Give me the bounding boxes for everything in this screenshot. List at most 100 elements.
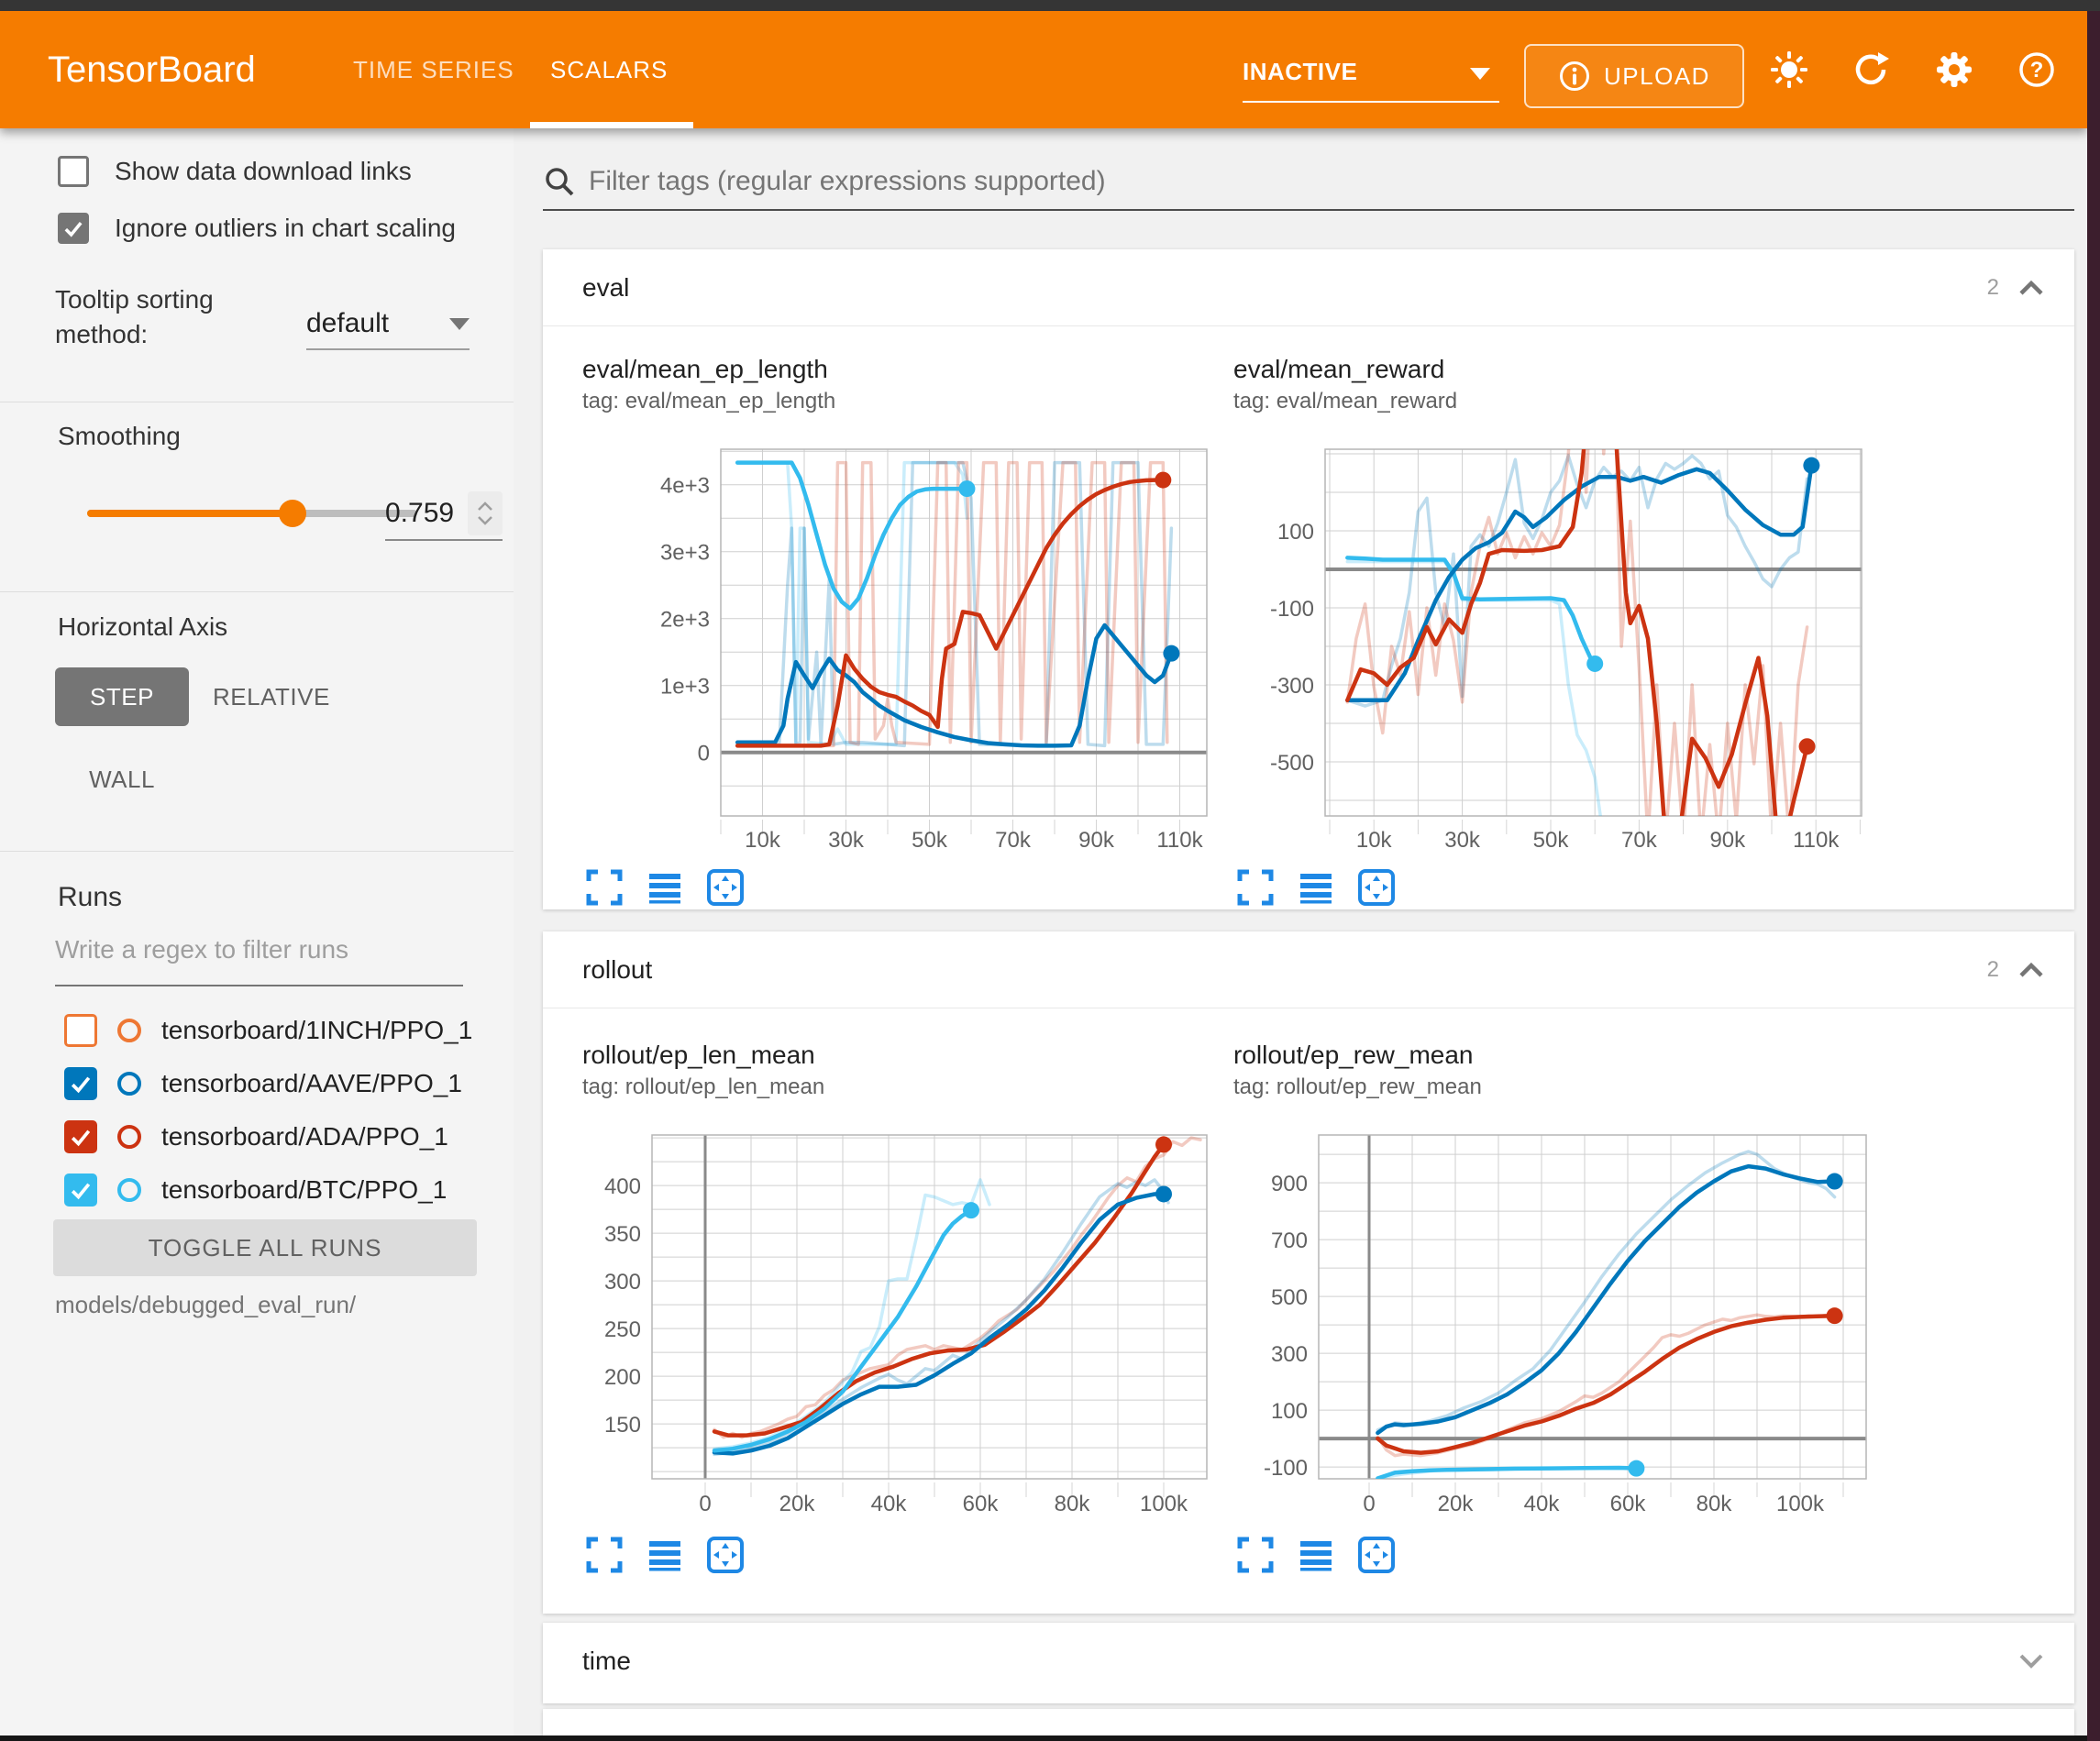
- smoothing-value-input[interactable]: 0.759: [385, 488, 503, 541]
- svg-text:4e+3: 4e+3: [660, 474, 710, 499]
- svg-text:350: 350: [604, 1222, 641, 1247]
- collapse-chevron-icon[interactable]: [2017, 961, 2045, 979]
- run-checkbox[interactable]: [64, 1120, 97, 1153]
- section-header-eval[interactable]: eval 2: [543, 249, 2074, 326]
- smoothing-slider-track[interactable]: [87, 510, 417, 517]
- svg-text:-100: -100: [1270, 597, 1314, 622]
- data-table-icon[interactable]: [645, 867, 685, 908]
- tag-filter-input[interactable]: [589, 166, 2074, 197]
- chart-rollout-ep-rew-mean[interactable]: -100100300500700900020k40k60k80k100k: [1233, 1120, 1875, 1526]
- svg-text:80k: 80k: [1055, 1492, 1091, 1516]
- data-table-icon[interactable]: [1296, 867, 1336, 908]
- smoothing-slider-thumb[interactable]: [279, 500, 306, 527]
- svg-text:-100: -100: [1264, 1456, 1308, 1481]
- svg-text:-500: -500: [1270, 751, 1314, 776]
- run-selector-dropdown[interactable]: INACTIVE: [1243, 48, 1499, 103]
- section-name: eval: [582, 273, 1987, 303]
- chart-eval-mean-ep-length[interactable]: 01e+32e+33e+34e+310k30k50k70k90k110k: [582, 435, 1224, 858]
- section-count: 2: [1987, 275, 1999, 301]
- chart-block: rollout/ep_len_mean tag: rollout/ep_len_…: [582, 1038, 1224, 1575]
- svg-text:60k: 60k: [963, 1492, 1000, 1516]
- fit-to-data-icon[interactable]: [1356, 867, 1397, 908]
- svg-text:-300: -300: [1270, 674, 1314, 699]
- app-title: TensorBoard: [48, 11, 256, 128]
- show-download-links-checkbox[interactable]: [58, 156, 89, 187]
- run-row-1inch[interactable]: tensorboard/1INCH/PPO_1: [64, 1008, 472, 1052]
- fit-to-data-icon[interactable]: [705, 1535, 746, 1575]
- run-label: tensorboard/BTC/PPO_1: [161, 1175, 447, 1205]
- svg-text:110k: 110k: [1156, 828, 1203, 853]
- svg-text:80k: 80k: [1697, 1492, 1733, 1516]
- collapse-chevron-icon[interactable]: [2017, 1652, 2045, 1670]
- search-icon: [543, 165, 576, 198]
- expand-chart-icon[interactable]: [584, 1535, 624, 1575]
- smoothing-stepper[interactable]: [468, 491, 503, 535]
- svg-text:10k: 10k: [1356, 828, 1393, 853]
- chart-eval-mean-reward[interactable]: 100-100-300-50010k30k50k70k90k110k: [1233, 435, 1875, 858]
- chart-tag: tag: rollout/ep_len_mean: [582, 1073, 1224, 1102]
- expand-chart-icon[interactable]: [584, 867, 624, 908]
- run-color-circle: [117, 1125, 141, 1149]
- run-checkbox[interactable]: [64, 1014, 97, 1047]
- svg-text:30k: 30k: [1444, 828, 1481, 853]
- run-row-aave[interactable]: tensorboard/AAVE/PPO_1: [64, 1062, 462, 1106]
- chart-block: eval/mean_ep_length tag: eval/mean_ep_le…: [582, 352, 1224, 908]
- svg-text:100k: 100k: [1776, 1492, 1825, 1516]
- svg-text:50k: 50k: [912, 828, 948, 853]
- horizontal-axis-label: Horizontal Axis: [58, 612, 227, 642]
- settings-icon[interactable]: [1933, 49, 1975, 91]
- section-header-time[interactable]: time: [543, 1623, 2074, 1700]
- runs-filter-wrap: [55, 935, 463, 986]
- data-table-icon[interactable]: [645, 1535, 685, 1575]
- svg-text:3e+3: 3e+3: [660, 541, 710, 566]
- axis-step-button[interactable]: STEP: [55, 667, 189, 726]
- section-header-rollout[interactable]: rollout 2: [543, 931, 2074, 1008]
- sidebar-divider: [0, 591, 514, 592]
- refresh-icon[interactable]: [1851, 49, 1893, 91]
- ignore-outliers-checkbox[interactable]: [58, 213, 89, 244]
- section-name: rollout: [582, 955, 1987, 985]
- run-row-ada[interactable]: tensorboard/ADA/PPO_1: [64, 1115, 448, 1159]
- collapse-chevron-icon[interactable]: [2017, 279, 2045, 297]
- chart-title: rollout/ep_rew_mean: [1233, 1038, 1875, 1073]
- fit-to-data-icon[interactable]: [1356, 1535, 1397, 1575]
- ignore-outliers-row[interactable]: Ignore outliers in chart scaling: [58, 213, 456, 244]
- svg-text:10k: 10k: [745, 828, 781, 853]
- expand-chart-icon[interactable]: [1235, 867, 1276, 908]
- show-download-links-row[interactable]: Show data download links: [58, 156, 412, 187]
- tab-scalars[interactable]: SCALARS: [550, 11, 668, 128]
- svg-text:90k: 90k: [1078, 828, 1115, 853]
- section-card-rollout: rollout 2 rollout/ep_len_mean tag: rollo…: [543, 931, 2074, 1614]
- chart-block: eval/mean_reward tag: eval/mean_reward 1…: [1233, 352, 1875, 908]
- run-checkbox[interactable]: [64, 1174, 97, 1207]
- data-table-icon[interactable]: [1296, 1535, 1336, 1575]
- expand-chart-icon[interactable]: [1235, 1535, 1276, 1575]
- fit-to-data-icon[interactable]: [705, 867, 746, 908]
- axis-relative-button[interactable]: RELATIVE: [213, 667, 330, 726]
- upload-button-label: UPLOAD: [1604, 62, 1710, 91]
- svg-text:700: 700: [1271, 1229, 1308, 1253]
- chevron-down-icon: [1470, 68, 1490, 80]
- chart-tag: tag: eval/mean_reward: [1233, 387, 1875, 416]
- axis-wall-button[interactable]: WALL: [55, 750, 189, 809]
- svg-text:?: ?: [2030, 58, 2044, 83]
- run-row-btc[interactable]: tensorboard/BTC/PPO_1: [64, 1168, 447, 1212]
- svg-text:500: 500: [1271, 1285, 1308, 1310]
- section-name: time: [582, 1647, 2017, 1676]
- svg-text:0: 0: [699, 1492, 711, 1516]
- help-icon[interactable]: ?: [2016, 49, 2058, 91]
- chart-title: eval/mean_ep_length: [582, 352, 1224, 387]
- svg-text:20k: 20k: [779, 1492, 816, 1516]
- toggle-all-runs-button[interactable]: TOGGLE ALL RUNS: [53, 1219, 477, 1276]
- svg-text:2e+3: 2e+3: [660, 608, 710, 633]
- tab-time-series[interactable]: TIME SERIES: [353, 11, 514, 128]
- chart-rollout-ep-len-mean[interactable]: 150200250300350400020k40k60k80k100k: [582, 1120, 1224, 1526]
- brightness-icon[interactable]: [1768, 49, 1810, 91]
- upload-button[interactable]: UPLOAD: [1524, 44, 1744, 108]
- tooltip-sorting-select[interactable]: default: [306, 299, 470, 350]
- run-checkbox[interactable]: [64, 1067, 97, 1100]
- svg-text:90k: 90k: [1709, 828, 1746, 853]
- run-label: tensorboard/1INCH/PPO_1: [161, 1016, 472, 1045]
- svg-text:250: 250: [604, 1317, 641, 1342]
- runs-filter-input[interactable]: [55, 935, 463, 964]
